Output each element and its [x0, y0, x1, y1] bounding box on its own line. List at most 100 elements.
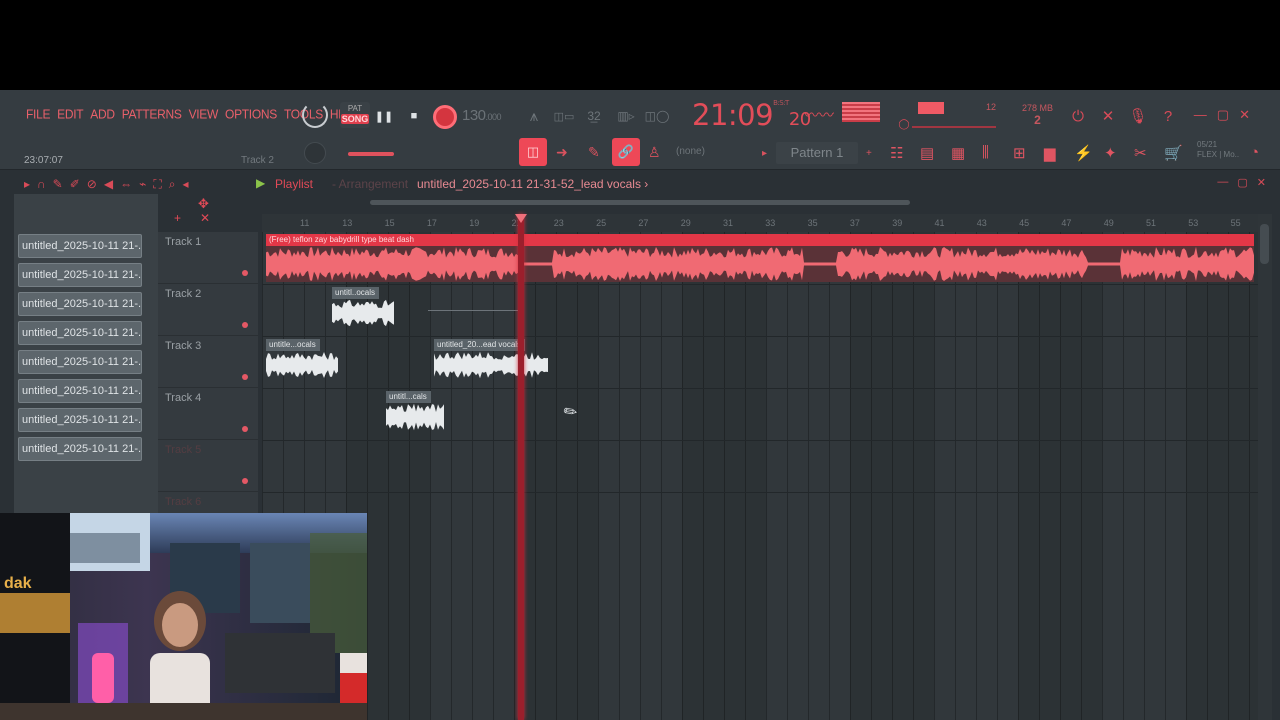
slice-tool-icon[interactable]: ⌁	[139, 177, 146, 192]
audio-clip-vocals[interactable]: untitl...cals	[386, 391, 444, 431]
document-icon[interactable]: ▆	[1044, 144, 1056, 162]
channel-rack-icon[interactable]: ▦	[951, 144, 965, 162]
track-active-dot[interactable]	[242, 270, 248, 276]
playhead-marker[interactable]	[515, 214, 527, 223]
scroll-move-icon[interactable]: ✥	[198, 196, 209, 212]
menu-view[interactable]: VIEW	[189, 106, 219, 121]
step-edit-icon[interactable]: ▥▹	[614, 106, 638, 126]
track-header[interactable]: Track 4	[158, 388, 258, 440]
playlist-play-icon[interactable]: ▶	[256, 176, 265, 190]
picker-clip[interactable]: untitled_2025-10-11 21-...	[18, 379, 142, 403]
link-icon[interactable]: 🔗	[612, 138, 640, 166]
mute-tool-icon[interactable]: ◀	[104, 177, 113, 192]
wait-input-icon[interactable]: ◫▭	[552, 106, 576, 126]
zoom-tool-icon[interactable]: ⌕	[169, 177, 176, 192]
draw-tool-icon[interactable]: ✎	[53, 177, 63, 192]
master-volume-knob[interactable]	[304, 142, 326, 164]
picker-clip[interactable]: untitled_2025-10-11 21-...	[18, 263, 142, 287]
volume-knob-icon[interactable]: ◯	[898, 118, 910, 130]
track-active-dot[interactable]	[242, 322, 248, 328]
stop-icon[interactable]: ■	[406, 108, 422, 124]
menu-add[interactable]: ADD	[90, 106, 115, 121]
microphone-icon[interactable]: 🎙	[1128, 106, 1148, 126]
pause-icon[interactable]: ❚❚	[375, 108, 393, 124]
track-active-dot[interactable]	[242, 426, 248, 432]
help-icon[interactable]: ?	[1158, 106, 1178, 126]
browser-icon[interactable]: ⊞	[1013, 144, 1026, 162]
track-active-dot[interactable]	[242, 478, 248, 484]
power-icon[interactable]: ⏻	[1068, 106, 1088, 126]
minimize-icon[interactable]: —	[1194, 107, 1207, 123]
playlist-icon[interactable]: ☷	[890, 144, 903, 162]
record-button[interactable]	[433, 105, 457, 129]
piano-roll-icon[interactable]: ▤	[920, 144, 934, 162]
master-pitch-slider[interactable]	[912, 126, 996, 128]
menu-edit[interactable]: EDIT	[57, 106, 83, 121]
paint-tool-icon[interactable]: ✐	[70, 177, 80, 192]
plugin-icon[interactable]: ⚡	[1074, 144, 1093, 162]
audio-clip-vocals[interactable]: untitl..ocals	[332, 287, 394, 327]
scissors-icon[interactable]: ✂	[1134, 144, 1147, 162]
picker-clip[interactable]: untitled_2025-10-11 21-...	[18, 408, 142, 432]
picker-clip[interactable]: untitled_2025-10-11 21-...	[18, 292, 142, 316]
playhead[interactable]	[518, 214, 524, 720]
webcam-image: dak	[0, 513, 367, 720]
menu-patterns[interactable]: PATTERNS	[122, 106, 182, 121]
pencil-icon[interactable]: ✎	[588, 144, 600, 161]
select-tool-icon[interactable]: ⛶	[153, 177, 161, 192]
magnet-icon[interactable]: ∩	[37, 177, 46, 192]
close-icon[interactable]: ✕	[1239, 107, 1250, 123]
pattern-selector[interactable]: Pattern 1	[776, 142, 858, 164]
playlist-grid[interactable]: (Free) teflon zay babydrill type beat da…	[262, 232, 1258, 720]
browser-snap-icon[interactable]: ◫	[519, 138, 547, 166]
vertical-scrollbar[interactable]	[1258, 214, 1272, 720]
arrow-right-icon[interactable]: ➜	[556, 144, 568, 161]
pat-song-toggle[interactable]: PAT SONG	[340, 102, 370, 128]
settings-icon[interactable]: ◔	[1250, 144, 1259, 161]
master-volume-meter[interactable]	[918, 102, 944, 114]
track-header[interactable]: Track 1	[158, 232, 258, 284]
main-volume-slider[interactable]	[348, 152, 394, 156]
pattern-add-icon[interactable]: +	[866, 148, 872, 159]
scrollbar-thumb[interactable]	[370, 200, 910, 205]
remove-track-icon[interactable]: ✕	[200, 211, 210, 225]
play-arrow-icon[interactable]: ▸	[24, 177, 30, 192]
timeline-ruler[interactable]: 11 13 15 17 19 21 23 25 27 29 31 33 35 37 39 41 43 45 47 49…	[262, 214, 1258, 232]
loop-record-icon[interactable]: ◫◯	[645, 106, 670, 126]
vscroll-thumb[interactable]	[1260, 224, 1269, 264]
delete-tool-icon[interactable]: ⊘	[87, 177, 97, 192]
maximize-icon[interactable]: ▢	[1217, 107, 1229, 123]
add-track-icon[interactable]: +	[174, 211, 181, 225]
audio-clip-vocals[interactable]: untitle...ocals	[266, 339, 338, 379]
pattern-prev-icon[interactable]: ▸	[762, 148, 767, 159]
horizontal-scrollbar[interactable]	[262, 196, 1258, 208]
playlist-minimize-icon[interactable]: —	[1217, 176, 1228, 189]
playback-tool-icon[interactable]: ◂	[182, 177, 188, 192]
track-header[interactable]: Track 2	[158, 284, 258, 336]
track-header[interactable]: Track 5	[158, 440, 258, 492]
countdown-icon[interactable]: 3̲2	[583, 106, 605, 126]
track-header[interactable]: Track 3	[158, 336, 258, 388]
tools-icon[interactable]: ✕	[1098, 106, 1118, 126]
playlist-close-icon[interactable]: ✕	[1257, 176, 1266, 189]
song-time-display[interactable]: 21:09B:S:T20	[692, 98, 811, 132]
master-pitch-knob[interactable]	[302, 102, 328, 128]
playlist-maximize-icon[interactable]: ▢	[1237, 176, 1247, 189]
mixer-icon[interactable]: ⫼	[982, 144, 989, 161]
cart-icon[interactable]: 🛒	[1164, 144, 1183, 162]
snap-selector[interactable]: (none)	[676, 146, 705, 157]
audio-clip-lead-vocals[interactable]: untitled_20...ead vocals	[434, 339, 548, 379]
audio-clip-beat[interactable]: (Free) teflon zay babydrill type beat da…	[266, 234, 1254, 282]
picker-clip[interactable]: untitled_2025-10-11 21-...	[18, 321, 142, 345]
menu-options[interactable]: OPTIONS	[225, 106, 277, 121]
wand-icon[interactable]: ✦	[1104, 144, 1117, 162]
stamp-icon[interactable]: ♙	[648, 144, 661, 161]
track-active-dot[interactable]	[242, 374, 248, 380]
slip-tool-icon[interactable]: ⇔	[120, 177, 132, 192]
picker-clip[interactable]: untitled_2025-10-11 21-...	[18, 437, 142, 461]
picker-clip[interactable]: untitled_2025-10-11 21-...	[18, 234, 142, 258]
menu-file[interactable]: FILE	[26, 106, 50, 121]
tempo-display[interactable]: 130.000	[462, 107, 502, 124]
metronome-icon[interactable]: ⩚	[524, 106, 544, 126]
picker-clip[interactable]: untitled_2025-10-11 21-...	[18, 350, 142, 374]
